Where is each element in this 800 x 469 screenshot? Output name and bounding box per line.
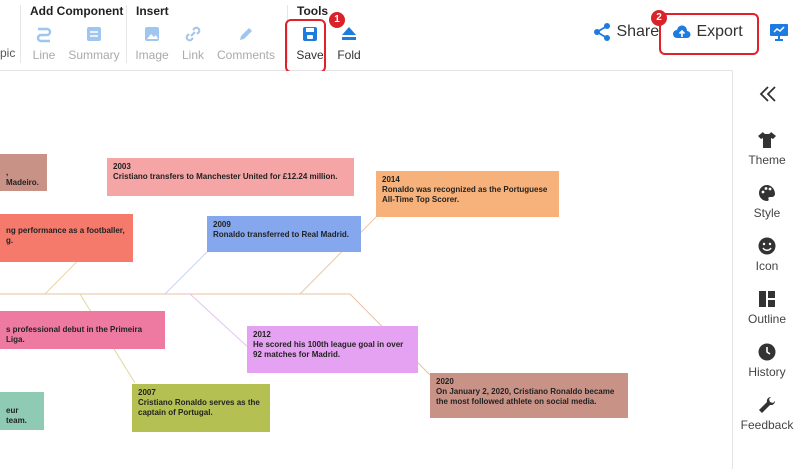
wrench-icon	[759, 396, 776, 413]
timeline-node[interactable]: 2012 He scored his 100th league goal in …	[247, 326, 418, 373]
timeline-node[interactable]: 2007 Cristiano Ronaldo serves as the cap…	[132, 384, 270, 432]
palette-icon	[759, 185, 775, 201]
outline-icon	[759, 291, 775, 307]
share-label: Share	[616, 23, 660, 41]
timeline-node[interactable]: 2003 Cristiano transfers to Manchester U…	[107, 158, 354, 196]
node-text: eur team.	[6, 406, 27, 425]
node-year: 2007	[138, 388, 156, 397]
node-year: 2020	[436, 377, 454, 386]
node-text: He scored his 100th league goal in over …	[253, 340, 404, 359]
double-chevron-left-icon	[759, 86, 776, 102]
node-year: 2014	[382, 175, 400, 184]
sidebar-item-label: Style	[753, 206, 781, 220]
node-text: Cristiano Ronaldo serves as the captain …	[138, 398, 260, 417]
share-icon	[594, 23, 610, 41]
summary-button[interactable]: Summary	[68, 24, 120, 62]
sidebar-item-style[interactable]: Style	[733, 183, 800, 220]
pencil-icon	[216, 24, 276, 44]
timeline-node[interactable]: 2014 Ronaldo was recognized as the Portu…	[376, 171, 559, 217]
sidebar-item-label: Outline	[747, 312, 787, 326]
toolbar: pic Add Component Line Summary Insert Im…	[0, 0, 800, 73]
timeline-node[interactable]: eur team.	[0, 392, 44, 430]
comments-button[interactable]: Comments	[216, 24, 276, 62]
mindmap-canvas[interactable]: , Madeiro. 2003 Cristiano transfers to M…	[0, 71, 732, 469]
presentation-button[interactable]	[768, 22, 790, 47]
sidebar-item-theme[interactable]: Theme	[733, 130, 800, 167]
node-year: 2003	[113, 162, 131, 171]
summary-icon	[68, 24, 120, 44]
clock-icon	[758, 343, 776, 361]
node-text: On January 2, 2020, Cristiano Ronaldo be…	[436, 387, 615, 406]
toolbar-divider	[126, 5, 127, 63]
timeline-node[interactable]: ng performance as a footballer, g.	[0, 214, 133, 262]
link-icon	[180, 24, 206, 44]
sidebar-item-icon[interactable]: Icon	[733, 236, 800, 273]
timeline-node[interactable]: 2020 On January 2, 2020, Cristiano Ronal…	[430, 373, 628, 418]
summary-label: Summary	[68, 48, 120, 62]
line-icon	[30, 24, 58, 44]
step-badge-1: 1	[329, 12, 345, 28]
node-text: ng performance as a footballer, g.	[6, 226, 125, 245]
toolbar-divider	[20, 5, 21, 63]
share-button[interactable]: Share	[592, 22, 659, 42]
node-year: 2012	[253, 330, 271, 339]
line-label: Line	[32, 48, 56, 62]
sidebar-item-outline[interactable]: Outline	[733, 289, 800, 326]
node-text: s professional debut in the Primeira Lig…	[6, 325, 143, 344]
comments-label: Comments	[216, 48, 275, 62]
link-label: Link	[181, 48, 204, 62]
link-button[interactable]: Link	[180, 24, 206, 62]
image-button[interactable]: Image	[134, 24, 170, 62]
timeline-node[interactable]: 2009 Ronaldo transferred to Real Madrid.	[207, 216, 361, 252]
node-year: 2009	[213, 220, 231, 229]
group-title-tools: Tools	[297, 4, 329, 18]
save-highlight-box	[285, 19, 326, 73]
partial-tool-label[interactable]: pic	[0, 46, 15, 60]
step-badge-2: 2	[651, 10, 667, 26]
image-icon	[134, 24, 170, 44]
fold-button[interactable]: Fold	[336, 24, 362, 62]
sidebar-item-label: Theme	[748, 153, 786, 167]
node-text: Cristiano transfers to Manchester United…	[113, 172, 338, 181]
collapse-sidebar-button[interactable]	[758, 84, 778, 109]
sidebar-item-label: Icon	[755, 259, 779, 273]
sidebar-item-history[interactable]: History	[733, 342, 800, 379]
node-text: Ronaldo was recognized as the Portuguese…	[382, 185, 548, 204]
timeline-node[interactable]: s professional debut in the Primeira Lig…	[0, 311, 165, 349]
presentation-icon	[770, 24, 788, 41]
line-button[interactable]: Line	[30, 24, 58, 62]
node-text: Ronaldo transferred to Real Madrid.	[213, 230, 350, 239]
image-label: Image	[135, 48, 169, 62]
sidebar-item-label: History	[748, 365, 786, 379]
group-title-insert: Insert	[136, 4, 169, 18]
sidebar-item-label: Feedback	[740, 418, 794, 432]
node-text: , Madeiro.	[6, 168, 39, 187]
right-sidebar: Theme Style Icon Outline History Feedbac…	[732, 70, 800, 469]
shirt-icon	[758, 132, 776, 148]
export-highlight-box	[659, 13, 759, 55]
fold-label: Fold	[337, 48, 361, 62]
sidebar-item-feedback[interactable]: Feedback	[733, 395, 800, 432]
smiley-icon	[758, 237, 776, 255]
group-title-add-component: Add Component	[30, 4, 124, 18]
timeline-node[interactable]: , Madeiro.	[0, 154, 47, 191]
